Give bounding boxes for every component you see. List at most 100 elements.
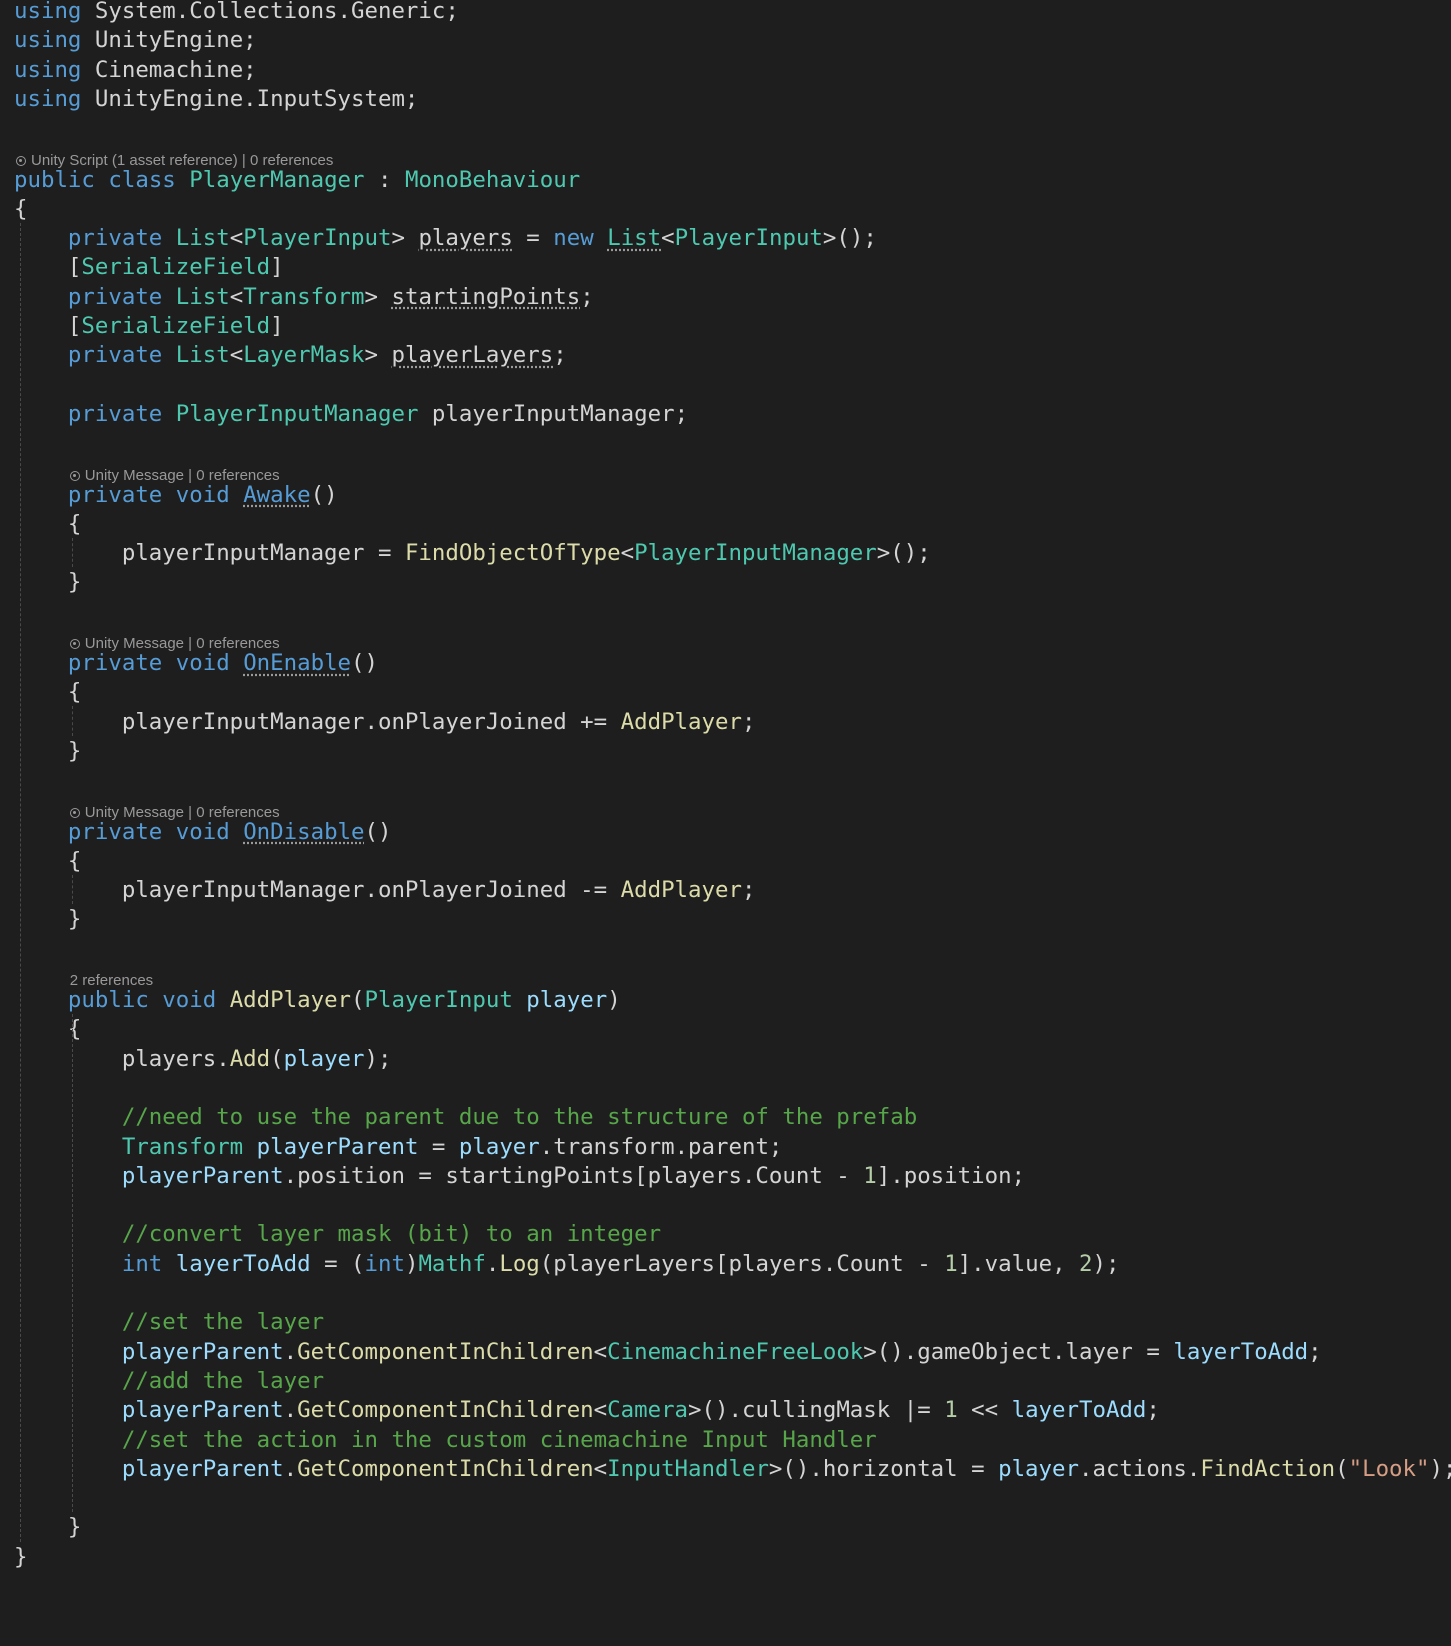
code-token-plain: >: [364, 283, 392, 310]
code-line: [SerializeField]: [14, 252, 284, 283]
code-line: private List<LayerMask> playerLayers;: [14, 340, 567, 371]
code-token-keyword: class: [108, 166, 176, 193]
code-line: //add the layer: [14, 1366, 324, 1397]
code-token-plain: .: [283, 1397, 298, 1424]
code-line: {: [14, 194, 27, 225]
code-token-plain: Cinemachine;: [81, 56, 257, 83]
code-token-plain: :: [364, 166, 405, 193]
code-token-method: Log: [499, 1250, 540, 1277]
code-token-plain: ].value,: [957, 1250, 1080, 1277]
code-token-plain: (): [351, 650, 378, 676]
code-token-plain: {: [14, 510, 82, 537]
code-token-method: AddPlayer: [620, 708, 742, 735]
code-token-plain: (: [351, 987, 365, 1013]
code-token-plain: .: [283, 1455, 298, 1482]
code-token-plain: (: [270, 1045, 284, 1072]
code-token-type: Camera: [607, 1397, 689, 1424]
code-line: //set the layer: [14, 1307, 324, 1338]
code-token-plain: <: [593, 1338, 608, 1365]
code-token-plain: [: [14, 254, 82, 281]
code-token-plain: ;: [1308, 1338, 1322, 1365]
code-token-type: List: [607, 225, 662, 252]
indent-guide: [72, 537, 73, 568]
code-token-type: PlayerManager: [189, 166, 365, 193]
code-token-plain: .transform.parent;: [539, 1133, 783, 1160]
code-token-type: Transform: [243, 283, 365, 310]
code-line: playerParent.GetComponentInChildren<Came…: [14, 1395, 1160, 1426]
code-token-plain: {: [14, 195, 28, 222]
code-token-plain: =: [512, 225, 554, 252]
code-token-keyword: using: [14, 0, 82, 24]
indent-guide: [20, 222, 21, 1542]
code-token-keyword: private: [67, 650, 163, 676]
code-token-number: 1: [944, 1397, 958, 1424]
code-line: //convert layer mask (bit) to an integer: [14, 1219, 661, 1250]
code-token-variable: player: [458, 1133, 540, 1160]
code-token-keyword: private: [67, 818, 163, 845]
code-token-method: AddPlayer: [229, 987, 352, 1013]
code-editor[interactable]: using System.Collections.Generic; using U…: [0, 0, 1451, 1646]
code-token-plain: ): [607, 987, 621, 1013]
code-token-keyword: private: [67, 225, 163, 252]
code-token-keyword: private: [67, 283, 163, 310]
code-token-plain: <: [593, 1397, 608, 1424]
code-token-keyword: void: [175, 818, 230, 845]
code-token-plain: playerInputManager.onPlayerJoined -=: [14, 877, 621, 904]
code-token-plain: ].position;: [876, 1162, 1026, 1189]
code-token-variable: layerToAdd: [1173, 1338, 1309, 1365]
code-token-plain: {: [14, 679, 82, 706]
code-token-number: 1: [863, 1162, 877, 1189]
code-token-number: 1: [944, 1250, 958, 1277]
code-token-method: GetComponentInChildren: [297, 1338, 594, 1365]
code-token-plain: );: [1092, 1250, 1120, 1277]
code-token-type: PlayerInput: [243, 225, 392, 252]
code-token-type: PlayerInputManager: [634, 540, 877, 567]
code-token-type: SerializeField: [81, 313, 271, 339]
code-line: Transform playerParent = player.transfor…: [14, 1132, 783, 1163]
code-token-plain: .: [485, 1250, 500, 1277]
code-token-type: PlayerInput: [364, 987, 513, 1013]
code-token-comment: //need to use the parent due to the stru…: [121, 1104, 918, 1131]
code-line: playerInputManager = FindObjectOfType<Pl…: [14, 538, 931, 569]
code-token-method: GetComponentInChildren: [297, 1455, 594, 1482]
code-token-plain: <: [229, 342, 244, 369]
code-token-plain: <: [620, 540, 635, 567]
code-token-type: List: [175, 342, 230, 369]
code-token-keyword: OnEnable: [243, 650, 352, 676]
code-token-comment: //set the layer: [121, 1309, 325, 1336]
code-token-plain: playerInputManager;: [418, 400, 689, 427]
code-line: }: [14, 904, 82, 935]
code-token-plain: ]: [270, 254, 284, 281]
code-token-plain: <<: [957, 1397, 1012, 1424]
code-token-keyword: new: [553, 225, 594, 252]
code-token-plain: >().horizontal =: [768, 1455, 999, 1482]
code-token-plain: ]: [270, 313, 284, 339]
code-token-type: Mathf: [418, 1250, 486, 1277]
code-token-keyword: void: [162, 987, 217, 1013]
code-token-variable: layerToAdd: [1011, 1397, 1147, 1424]
code-token-keyword: int: [121, 1250, 163, 1277]
code-line: int layerToAdd = (int)Mathf.Log(playerLa…: [14, 1249, 1120, 1280]
code-token-comment: //add the layer: [121, 1367, 325, 1394]
code-token-keyword: void: [175, 481, 230, 508]
code-token-type: InputHandler: [607, 1455, 769, 1482]
code-line: {: [14, 509, 82, 540]
